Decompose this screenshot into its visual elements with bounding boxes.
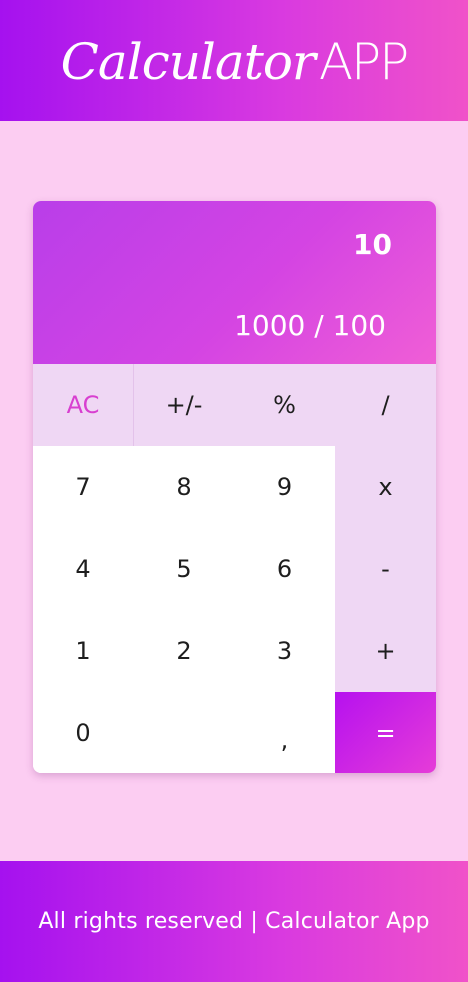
digit-6-button[interactable]: 6: [234, 528, 335, 610]
digit-8-button[interactable]: 8: [134, 446, 234, 528]
sign-toggle-button[interactable]: +/-: [134, 364, 234, 446]
result-value: 10: [353, 228, 392, 261]
digit-4-button[interactable]: 4: [33, 528, 133, 610]
digit-0-button[interactable]: 0: [33, 692, 133, 773]
keypad: AC +/- % / 7 8 9 x 4 5 6 - 1 2 3 + 0 , =: [33, 364, 436, 773]
expression-value: 1000 / 100: [234, 309, 386, 342]
app-title-app: APP: [318, 32, 410, 91]
app-header: Calculator APP: [0, 0, 468, 121]
minus-button[interactable]: -: [335, 528, 436, 610]
plus-button[interactable]: +: [335, 610, 436, 692]
digit-5-button[interactable]: 5: [134, 528, 234, 610]
multiply-button[interactable]: x: [335, 446, 436, 528]
percent-button[interactable]: %: [234, 364, 335, 446]
digit-9-button[interactable]: 9: [234, 446, 335, 528]
app-title: Calculator APP: [60, 31, 410, 91]
comma-button[interactable]: ,: [234, 692, 335, 773]
digit-3-button[interactable]: 3: [234, 610, 335, 692]
digit-7-button[interactable]: 7: [33, 446, 133, 528]
digit-1-button[interactable]: 1: [33, 610, 133, 692]
equals-button[interactable]: =: [335, 692, 436, 773]
app-footer: All rights reserved | Calculator App: [0, 861, 468, 982]
clear-button[interactable]: AC: [33, 364, 133, 446]
footer-text: All rights reserved | Calculator App: [38, 909, 430, 934]
digit-2-button[interactable]: 2: [134, 610, 234, 692]
calculator-display: 10 1000 / 100: [33, 201, 436, 364]
empty-key: [133, 692, 234, 773]
app-title-script: Calculator: [60, 32, 316, 91]
divide-button[interactable]: /: [335, 364, 436, 446]
calculator: 10 1000 / 100 AC +/- % / 7 8 9 x 4 5 6 -…: [33, 201, 436, 773]
